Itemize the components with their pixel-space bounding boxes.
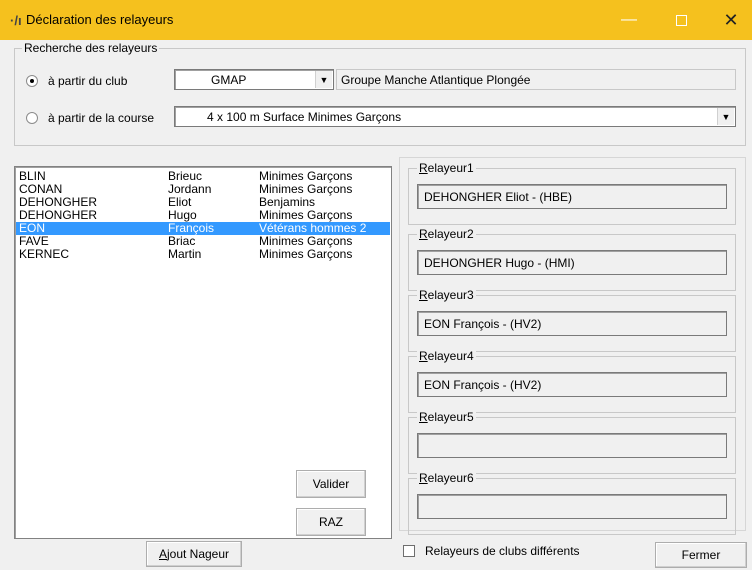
reset-button[interactable]: RAZ [296,508,366,536]
title-bar: ·/ı Déclaration des relayeurs — ✕ [0,0,752,40]
relay-legend-text: elayeur3 [427,288,474,302]
add-swimmer-button[interactable]: Ajout Nageur [146,541,242,567]
swimmer-category: Minimes Garçons [259,247,353,261]
close-button[interactable]: Fermer [655,542,747,568]
checkbox-box[interactable] [403,545,415,557]
radio-club-indicator[interactable] [26,75,38,87]
minimize-button[interactable]: — [604,0,654,40]
relay-group-6: Relayeur6 [408,471,736,535]
course-select-value: 4 x 100 m Surface Minimes Garçons [207,110,402,124]
relay-legend-mnemonic: R [419,471,428,485]
different-clubs-label: Relayeurs de clubs différents [425,544,580,558]
search-group-legend: Recherche des relayeurs [22,41,160,55]
add-swimmer-label: jout Nageur [166,547,230,561]
relay-group-1: Relayeur1 DEHONGHER Eliot - (HBE) [408,161,736,225]
course-select[interactable]: 4 x 100 m Surface Minimes Garçons ▼ [174,106,736,127]
relay-legend: Relayeur1 [417,161,476,175]
relay-field[interactable]: EON François - (HV2) [417,311,727,336]
chevron-down-icon[interactable]: ▼ [717,108,734,125]
relay-legend-mnemonic: R [419,410,428,424]
relay-field[interactable] [417,494,727,519]
club-select-value: GMAP [211,73,247,87]
relay-legend-mnemonic: R [419,227,428,241]
relay-group-4: Relayeur4 EON François - (HV2) [408,349,736,413]
relay-legend: Relayeur5 [417,410,476,424]
radio-course-label: à partir de la course [48,111,155,125]
relay-legend-text: elayeur6 [427,471,474,485]
relay-field[interactable] [417,433,727,458]
add-swimmer-mnemonic: A [158,547,167,561]
relay-legend: Relayeur6 [417,471,476,485]
relay-legend-mnemonic: R [419,161,428,175]
relay-group-3: Relayeur3 EON François - (HV2) [408,288,736,352]
relay-field[interactable]: DEHONGHER Hugo - (HMI) [417,250,727,275]
relay-legend-text: elayeur1 [427,161,474,175]
close-window-button[interactable]: ✕ [706,0,752,40]
list-item[interactable]: KERNEC Martin Minimes Garçons [16,248,390,261]
different-clubs-checkbox[interactable]: Relayeurs de clubs différents [403,544,580,558]
relay-legend-text: elayeur4 [427,349,474,363]
radio-course-indicator[interactable] [26,112,38,124]
relay-legend: Relayeur3 [417,288,476,302]
relay-legend-mnemonic: R [419,288,428,302]
relay-legend: Relayeur2 [417,227,476,241]
maximize-button[interactable] [656,0,706,40]
relay-field[interactable]: EON François - (HV2) [417,372,727,397]
radio-by-club[interactable]: à partir du club [26,74,127,88]
swimmer-last-name: KERNEC [19,247,70,261]
relay-legend-mnemonic: R [419,349,428,363]
chevron-down-icon[interactable]: ▼ [315,71,332,88]
maximize-icon [675,14,687,26]
radio-by-course[interactable]: à partir de la course [26,111,154,125]
relay-group-5: Relayeur5 [408,410,736,474]
swimmer-first-name: Martin [168,247,202,261]
relay-legend-text: elayeur5 [427,410,474,424]
relay-field[interactable]: DEHONGHER Eliot - (HBE) [417,184,727,209]
window-title: Déclaration des relayeurs [26,12,174,27]
club-select[interactable]: GMAP ▼ [174,69,334,90]
app-icon: ·/ı [10,13,22,28]
search-group: Recherche des relayeurs [14,41,746,146]
relay-group-2: Relayeur2 DEHONGHER Hugo - (HMI) [408,227,736,291]
relay-legend: Relayeur4 [417,349,476,363]
relay-legend-text: elayeur2 [427,227,474,241]
validate-button[interactable]: Valider [296,470,366,498]
radio-club-label: à partir du club [48,74,128,88]
club-name-field: Groupe Manche Atlantique Plongée [336,69,736,90]
